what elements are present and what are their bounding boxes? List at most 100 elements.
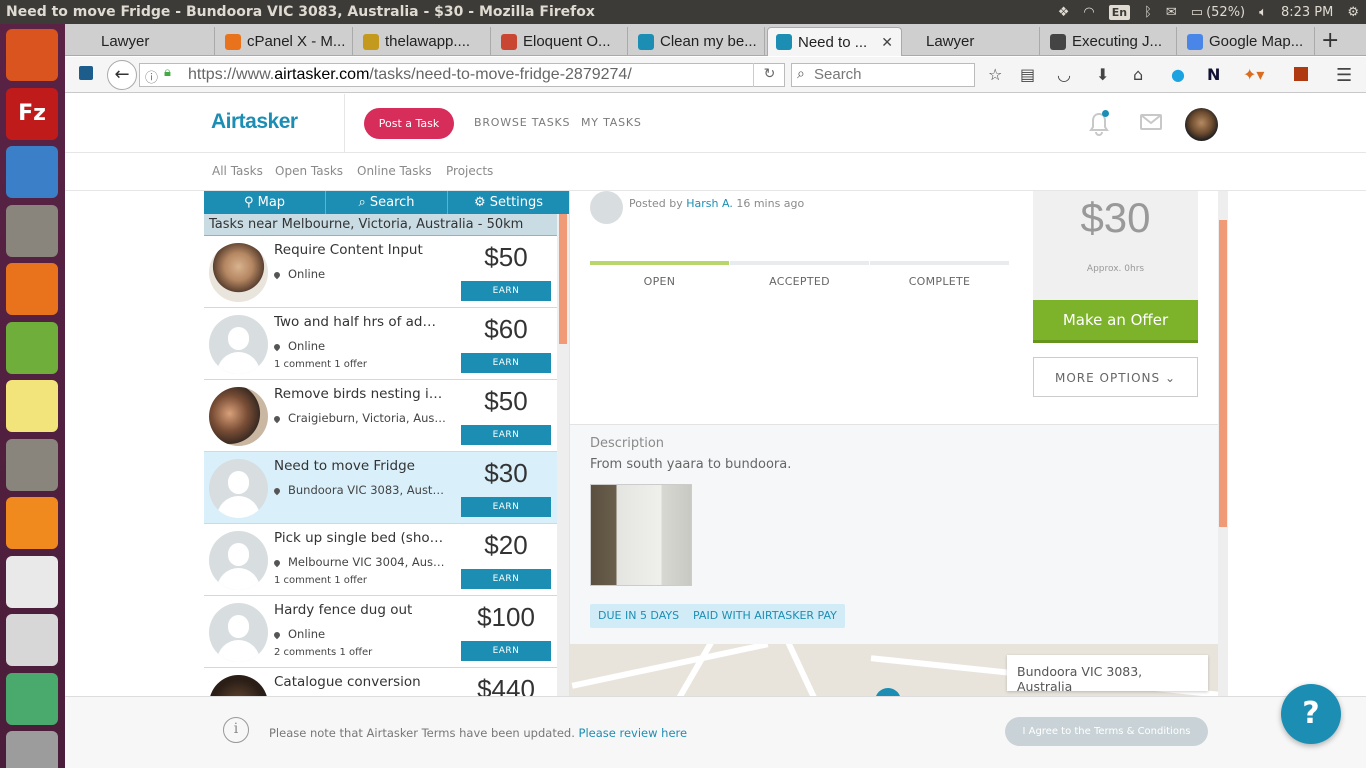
browser-tab[interactable]: cPanel X - M... (217, 27, 353, 56)
wifi-icon[interactable]: ◠ (1083, 5, 1094, 20)
task-list-item[interactable]: Catalogue conversion$440EARN (204, 668, 557, 696)
agree-terms-button[interactable]: I Agree to the Terms & Conditions (1005, 717, 1208, 746)
list-toolbar: ⚲ Map ⌕ Search ⚙ Settings (204, 191, 569, 214)
android-studio-icon[interactable] (6, 321, 58, 374)
browser-tab[interactable]: thelawapp.... (355, 27, 491, 56)
tab-favicon-icon (776, 34, 792, 50)
poster-name-link[interactable]: Harsh A. (686, 197, 733, 210)
trash-icon[interactable] (6, 731, 58, 768)
firefox-icon[interactable] (6, 263, 58, 315)
earn-button[interactable]: EARN (461, 569, 551, 589)
back-button[interactable]: ← (107, 60, 137, 90)
task-location: Online (274, 267, 446, 281)
all-tasks-link[interactable]: All Tasks (212, 164, 263, 178)
url-bar[interactable]: https://www.airtasker.com/tasks/need-to-… (139, 63, 785, 87)
settings-button[interactable]: ⚙ Settings (448, 191, 569, 214)
location-pin-icon (274, 342, 282, 352)
post-a-task-button[interactable]: Post a Task (364, 108, 454, 139)
reading-list-icon[interactable]: ▤ (1020, 65, 1035, 84)
browser-tab[interactable]: Eloquent O... (493, 27, 628, 56)
task-title: Remove birds nesting in gu... (274, 386, 446, 402)
task-list-item[interactable]: Need to move Fridge Bundoora VIC 3083, Au… (204, 452, 557, 524)
task-location: Bundoora VIC 3083, Austra... (274, 483, 446, 497)
earn-button[interactable]: EARN (461, 353, 551, 373)
browser-tab[interactable]: Need to ... ✕ (767, 27, 902, 56)
task-list-item[interactable]: Remove birds nesting in gu... Craigieburn… (204, 380, 557, 452)
volume-icon[interactable]: 🔈︎ (1259, 5, 1267, 20)
power-icon[interactable]: ⚙ (1347, 5, 1359, 20)
projects-link[interactable]: Projects (446, 164, 493, 178)
battery-icon[interactable]: ▭ (1191, 5, 1203, 20)
more-options-button[interactable]: MORE OPTIONS ⌄ (1033, 357, 1198, 397)
hamburger-menu-icon[interactable]: ☰ (1336, 65, 1352, 86)
extension-icon[interactable] (1294, 67, 1308, 81)
vlc-icon[interactable] (6, 497, 58, 549)
libreoffice-icon[interactable] (6, 614, 58, 666)
header-divider (344, 94, 345, 152)
location-map[interactable]: Bundoora VIC 3083, Australia (570, 644, 1219, 696)
task-price: $30 (1080, 194, 1151, 241)
reload-icon[interactable]: ↻ (753, 63, 785, 87)
my-tasks-link[interactable]: MY TASKS (581, 116, 642, 129)
user-avatar[interactable] (1185, 108, 1218, 141)
site-info-icon[interactable]: ⓘ (145, 67, 158, 86)
task-list-item[interactable]: Two and half hrs of admin ... Online 1 com… (204, 308, 557, 380)
make-an-offer-button[interactable]: Make an Offer (1033, 300, 1198, 343)
fridge-photo-thumbnail[interactable] (590, 484, 692, 586)
review-terms-link[interactable]: Please review here (579, 726, 688, 740)
keyboard-language-indicator[interactable]: En (1108, 4, 1131, 20)
poster-avatar[interactable] (590, 191, 623, 224)
home-icon[interactable]: ⌂ (1133, 65, 1143, 84)
pocket-icon[interactable]: ◡ (1057, 65, 1071, 84)
messages-mail-icon[interactable] (1140, 114, 1162, 130)
skype-icon[interactable]: ● (1171, 65, 1185, 84)
extension-n-icon[interactable]: N (1207, 65, 1220, 84)
close-tab-icon[interactable]: ✕ (881, 34, 893, 51)
text-editor-icon[interactable] (6, 555, 58, 608)
online-tasks-link[interactable]: Online Tasks (357, 164, 432, 178)
task-poster-avatar (209, 603, 268, 662)
help-chat-button[interactable]: ? (1281, 684, 1341, 744)
earn-button[interactable]: EARN (461, 281, 551, 301)
sticky-notes-icon[interactable] (6, 380, 58, 432)
atom-icon[interactable] (6, 672, 58, 725)
airtasker-logo[interactable]: Airtasker (211, 110, 298, 134)
browser-navigation-bar: ← https://www.airtasker.com/tasks/need-t… (65, 57, 1366, 93)
clock[interactable]: 8:23 PM (1281, 5, 1333, 20)
files-icon[interactable] (6, 438, 58, 491)
dropbox-icon[interactable]: ❖ (1058, 5, 1070, 20)
browser-tab[interactable]: Google Map... (1179, 27, 1315, 56)
task-list-scroll-thumb[interactable] (559, 214, 567, 344)
open-tasks-link[interactable]: Open Tasks (275, 164, 343, 178)
mail-icon[interactable]: ✉ (1166, 5, 1177, 20)
browser-tab[interactable]: Executing J... (1042, 27, 1177, 56)
browser-tab[interactable]: Lawyer (904, 27, 1040, 56)
bookmark-star-icon[interactable]: ☆ (988, 65, 1002, 84)
browser-tab[interactable]: Clean my be... (630, 27, 765, 56)
detail-scroll-thumb[interactable] (1219, 220, 1227, 527)
search-button[interactable]: ⌕ Search (326, 191, 448, 214)
download-icon[interactable]: ⬇ (1096, 65, 1109, 84)
earn-button[interactable]: EARN (461, 425, 551, 445)
earn-button[interactable]: EARN (461, 497, 551, 517)
task-list-item[interactable]: Require Content Input Online $50 EARN (204, 236, 557, 308)
browse-tasks-link[interactable]: BROWSE TASKS (474, 116, 570, 129)
task-comment-offer-count: 1 comment 1 offer (274, 575, 368, 586)
new-tab-button[interactable]: + (1321, 28, 1339, 53)
task-list-item[interactable]: Hardy fence dug out Online 2 comments 1 of… (204, 596, 557, 668)
map-button[interactable]: ⚲ Map (204, 191, 326, 214)
extension-menu-icon[interactable]: ✦▾ (1243, 65, 1264, 84)
bluetooth-icon[interactable]: ᛒ (1144, 5, 1152, 20)
files-icon[interactable] (6, 204, 58, 257)
search-input[interactable]: Search (791, 63, 975, 87)
filezilla-icon[interactable]: Fz (6, 87, 58, 140)
earn-button[interactable]: EARN (461, 641, 551, 661)
avatar-head-shape (228, 615, 249, 638)
task-price: $440 (477, 674, 535, 696)
task-price: $20 (484, 530, 528, 560)
browser-tab[interactable]: Lawyer (79, 27, 215, 56)
task-list-item[interactable]: Pick up single bed (short di... Melbourne… (204, 524, 557, 596)
ubuntu-icon[interactable] (6, 29, 58, 81)
chromium-icon[interactable] (6, 146, 58, 198)
task-list: Require Content Input Online $50 EARN Two an… (204, 236, 557, 696)
